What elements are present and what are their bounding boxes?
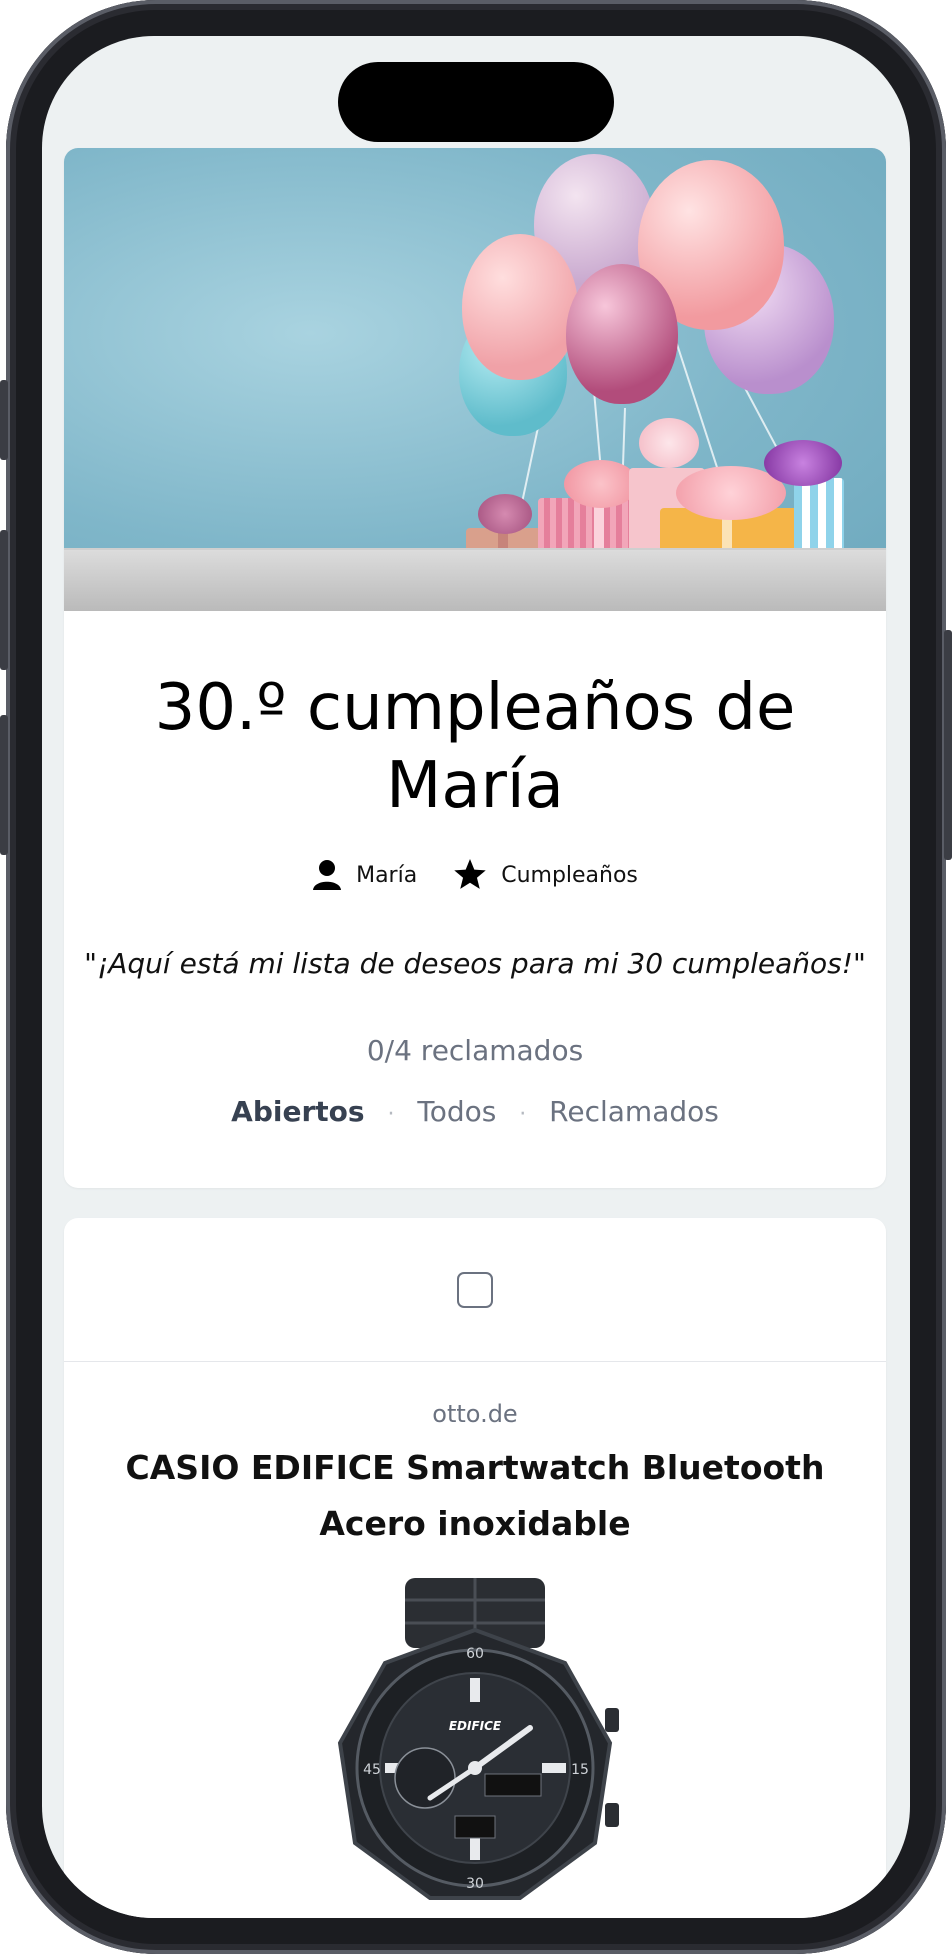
wishlist-title: 30.º cumpleaños de María xyxy=(154,671,796,823)
svg-text:EDIFICE: EDIFICE xyxy=(449,1719,502,1733)
phone-action-button xyxy=(0,380,8,460)
owner-name: María xyxy=(356,862,418,888)
svg-text:60: 60 xyxy=(466,1646,484,1662)
phone-volume-down xyxy=(0,715,8,855)
phone-screen: 30.º cumpleaños de María María Cumpleaño… xyxy=(42,36,910,1918)
wishlist-header-card: 30.º cumpleaños de María María Cumpleaño… xyxy=(64,148,886,1188)
filter-claimed[interactable]: Reclamados xyxy=(549,1095,719,1128)
wishlist-meta: María Cumpleaños xyxy=(64,859,886,891)
svg-text:30: 30 xyxy=(466,1876,484,1892)
svg-text:45: 45 xyxy=(363,1762,381,1778)
wishlist-description: "¡Aquí está mi lista de deseos para mi 3… xyxy=(84,947,866,980)
category-name: Cumpleaños xyxy=(501,862,638,888)
filter-all[interactable]: Todos xyxy=(417,1095,496,1128)
dynamic-island xyxy=(338,62,614,142)
claim-row xyxy=(64,1218,886,1362)
claimed-counter: 0/4 reclamados xyxy=(366,1034,584,1067)
filter-separator: · xyxy=(387,1102,395,1127)
filter-separator: · xyxy=(519,1102,527,1127)
cover-image xyxy=(64,148,886,611)
user-icon xyxy=(312,859,342,891)
svg-text:15: 15 xyxy=(571,1762,589,1778)
phone-volume-up xyxy=(0,530,8,670)
star-icon xyxy=(453,859,487,891)
item-store[interactable]: otto.de xyxy=(64,1400,886,1428)
phone-power-button xyxy=(944,630,952,860)
wishlist-item-card: otto.de CASIO EDIFICE Smartwatch Bluetoo… xyxy=(64,1218,886,1918)
item-title[interactable]: CASIO EDIFICE Smartwatch Bluetooth Acero… xyxy=(104,1440,846,1552)
filter-tabs: Abiertos · Todos · Reclamados xyxy=(64,1095,886,1128)
category-info: Cumpleaños xyxy=(453,859,638,891)
claim-checkbox[interactable] xyxy=(457,1271,493,1308)
watch-image[interactable]: 60 15 30 45 EDIFICE xyxy=(310,1578,640,1918)
filter-open[interactable]: Abiertos xyxy=(231,1095,364,1128)
owner-info: María xyxy=(312,859,417,891)
